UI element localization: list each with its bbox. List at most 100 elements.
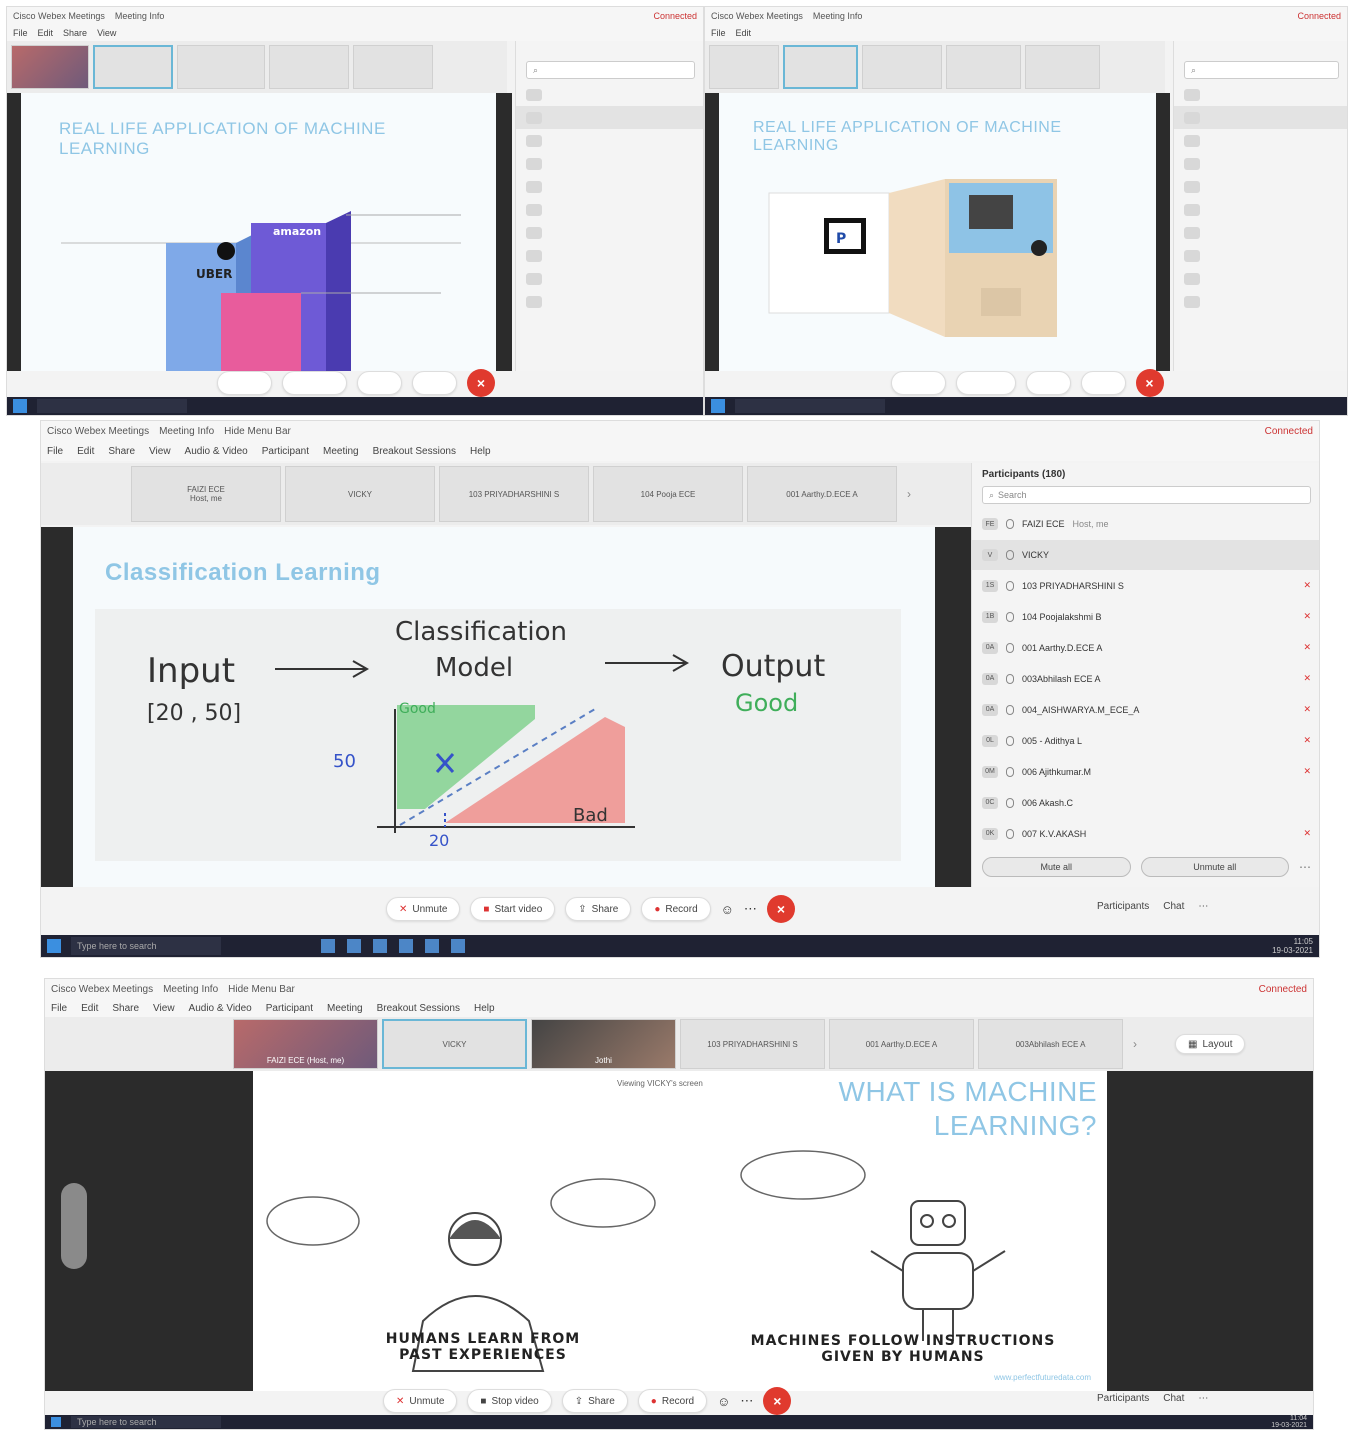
participant-item[interactable]: 0M 006 Ajithkumar.M ✕ [972,756,1319,787]
reactions-icon[interactable]: ☺ [721,902,734,917]
video-button[interactable] [282,371,347,395]
search-input[interactable]: ⌕ [1184,61,1339,79]
participant-item[interactable]: 0L 005 - Adithya L ✕ [972,725,1319,756]
participant-item[interactable] [516,267,703,290]
participant-item[interactable] [516,106,703,129]
menu-meeting[interactable]: Meeting [323,446,359,457]
search-input[interactable]: ⌕ Search [982,486,1311,504]
participant-item[interactable] [1174,290,1347,313]
video-thumb[interactable] [177,45,265,89]
meeting-info-menu[interactable]: Meeting Info [115,11,165,21]
video-thumb[interactable] [93,45,173,89]
unmute-button[interactable]: ✕ Unmute [383,1389,458,1413]
muted-mic-icon[interactable]: ✕ [1303,642,1311,653]
video-thumb[interactable]: 001 Aarthy.D.ECE A [829,1019,974,1069]
more-icon[interactable]: ⋯ [1198,901,1208,912]
participant-item[interactable] [1174,129,1347,152]
video-thumb[interactable]: 104 Pooja ECE [593,466,743,522]
participant-item[interactable] [1174,175,1347,198]
participants-button[interactable]: Participants [1097,901,1149,912]
participant-item[interactable] [516,198,703,221]
video-thumb[interactable] [1025,45,1100,89]
app-icon[interactable] [399,939,413,953]
windows-start-icon[interactable] [711,399,725,413]
stop-video-button[interactable]: ■ Stop video [467,1389,552,1413]
app-icon[interactable] [451,939,465,953]
more-options-icon[interactable]: ⋯ [1299,860,1311,874]
participant-item[interactable]: 0C 006 Akash.C [972,787,1319,818]
record-button[interactable] [1080,371,1126,395]
video-thumb[interactable]: 001 Aarthy.D.ECE A [747,466,897,522]
layout-button[interactable]: ▦ Layout [1175,1034,1246,1054]
unmute-button[interactable] [217,371,272,395]
muted-mic-icon[interactable]: ✕ [1303,735,1311,746]
menu-file[interactable]: File [51,1003,67,1014]
taskbar-search[interactable] [37,399,187,413]
participant-item[interactable]: V VICKY [972,540,1319,570]
taskbar-search[interactable] [735,399,885,413]
windows-start-icon[interactable] [47,939,61,953]
video-thumb[interactable] [269,45,349,89]
menu-edit[interactable]: Edit [77,446,94,457]
strip-next-icon[interactable]: › [1133,1037,1137,1051]
meeting-info-menu[interactable]: Meeting Info [163,984,218,995]
hide-menu-bar[interactable]: Hide Menu Bar [228,984,295,995]
strip-next-icon[interactable]: › [907,487,911,501]
menu-view[interactable]: View [97,28,116,38]
menu-audio-video[interactable]: Audio & Video [185,446,248,457]
video-thumb[interactable]: FAIZI ECE (Host, me) [233,1019,378,1069]
participant-item[interactable]: FE FAIZI ECE Host, me [972,508,1319,540]
participant-item[interactable] [1174,221,1347,244]
participant-item[interactable] [516,152,703,175]
menu-breakout[interactable]: Breakout Sessions [373,446,456,457]
chat-button[interactable]: Chat [1163,901,1184,912]
app-icon[interactable] [347,939,361,953]
participant-item[interactable] [1174,267,1347,290]
connected-status[interactable]: Connected [653,11,697,21]
video-thumb[interactable] [946,45,1021,89]
participant-item[interactable]: 1B 104 Poojalakshmi B ✕ [972,601,1319,632]
muted-mic-icon[interactable]: ✕ [1303,704,1311,715]
menu-edit[interactable]: Edit [736,28,752,38]
video-thumb[interactable] [353,45,433,89]
participant-item[interactable] [1174,198,1347,221]
menu-participant[interactable]: Participant [262,446,309,457]
end-call-button[interactable]: × [766,895,795,923]
record-button[interactable]: ● Record [641,897,711,921]
menu-file[interactable]: File [711,28,726,38]
participant-item[interactable]: 0K 007 K.V.AKASH ✕ [972,818,1319,849]
share-button[interactable]: ⇪ Share [561,1389,628,1413]
muted-mic-icon[interactable]: ✕ [1303,828,1311,839]
video-thumb[interactable]: VICKY [285,466,435,522]
windows-start-icon[interactable] [51,1417,61,1427]
end-call-button[interactable]: × [1135,369,1164,397]
video-thumb[interactable]: VICKY [382,1019,527,1069]
menu-edit[interactable]: Edit [38,28,54,38]
muted-mic-icon[interactable]: ✕ [1303,673,1311,684]
more-icon[interactable]: ⋯ [744,901,757,917]
participant-item[interactable] [1174,106,1347,129]
participant-item[interactable] [1174,152,1347,175]
participant-item[interactable] [516,244,703,267]
menu-file[interactable]: File [13,28,28,38]
participant-item[interactable] [1174,83,1347,106]
taskbar-search[interactable]: Type here to search [71,937,221,955]
participant-item[interactable]: 0A 001 Aarthy.D.ECE A ✕ [972,632,1319,663]
participant-item[interactable] [516,221,703,244]
participants-button[interactable]: Participants [1097,1393,1149,1404]
menu-breakout[interactable]: Breakout Sessions [377,1003,460,1014]
video-thumb[interactable] [11,45,89,89]
menu-share[interactable]: Share [63,28,87,38]
video-thumb[interactable] [709,45,779,89]
zoom-toolbar[interactable] [61,1183,87,1269]
video-thumb[interactable]: FAIZI ECE Host, me [131,466,281,522]
more-icon[interactable]: ⋯ [1198,1393,1208,1404]
system-clock[interactable]: 11:05 19-03-2021 [1272,937,1313,955]
record-button[interactable] [412,371,457,395]
participant-item[interactable]: 0A 003Abhilash ECE A ✕ [972,663,1319,694]
participant-item[interactable]: 1S 103 PRIYADHARSHINI S ✕ [972,570,1319,601]
meeting-info-menu[interactable]: Meeting Info [159,426,214,437]
hide-menu-bar[interactable]: Hide Menu Bar [224,426,291,437]
reactions-icon[interactable]: ☺ [717,1394,730,1409]
app-icon[interactable] [425,939,439,953]
